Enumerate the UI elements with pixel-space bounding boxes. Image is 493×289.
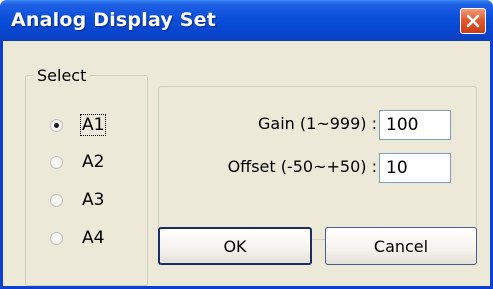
select-groupbox — [25, 75, 148, 286]
radio-label-a1: A1 — [79, 114, 107, 136]
radio-button-a4[interactable] — [50, 231, 63, 245]
gain-input[interactable] — [379, 110, 451, 140]
offset-input[interactable] — [379, 153, 451, 183]
title-bar[interactable]: Analog Display Set — [0, 0, 493, 41]
radio-option-a4[interactable]: A4 — [50, 226, 105, 250]
gain-label: Gain (1~999) : — [258, 114, 377, 133]
radio-button-a3[interactable] — [50, 193, 63, 207]
close-icon — [466, 14, 480, 28]
radio-option-a1[interactable]: A1 — [50, 113, 107, 137]
dialog-title: Analog Display Set — [11, 9, 217, 31]
radio-button-a2[interactable] — [50, 155, 63, 169]
ok-button[interactable]: OK — [158, 227, 312, 265]
radio-label-a3: A3 — [82, 190, 105, 210]
select-group-label: Select — [33, 66, 91, 85]
radio-button-a1[interactable] — [50, 118, 63, 132]
radio-option-a2[interactable]: A2 — [50, 150, 105, 174]
offset-label: Offset (-50~+50) : — [227, 157, 377, 176]
radio-label-a4: A4 — [82, 228, 105, 248]
radio-option-a3[interactable]: A3 — [50, 188, 105, 212]
radio-label-a2: A2 — [82, 152, 105, 172]
close-button[interactable] — [460, 8, 486, 34]
cancel-button[interactable]: Cancel — [325, 227, 477, 265]
